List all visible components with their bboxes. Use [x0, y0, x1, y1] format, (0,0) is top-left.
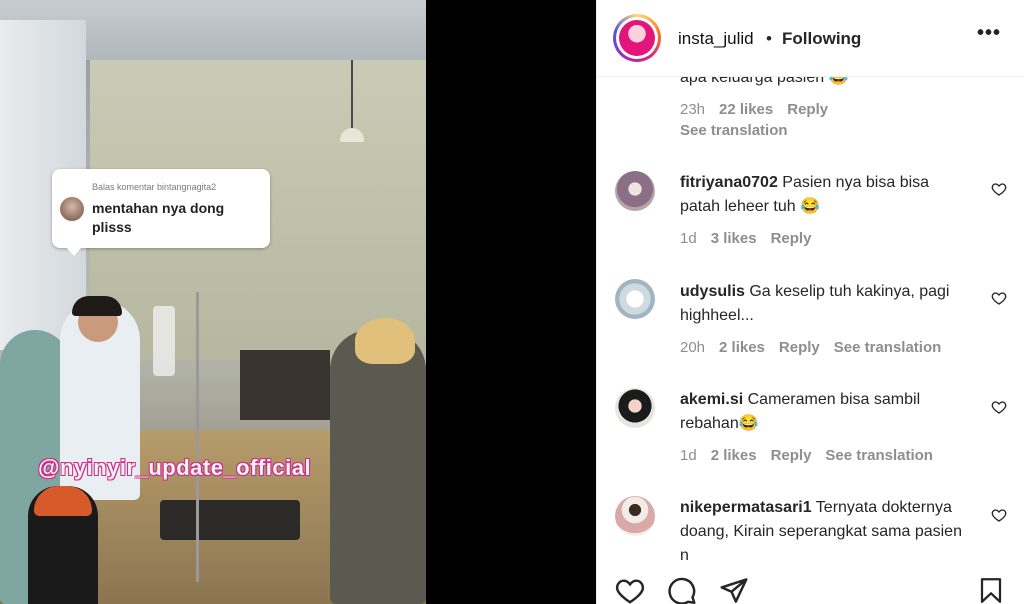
comment-username[interactable]: udysulis [680, 283, 745, 300]
comment-time: 1d [680, 230, 697, 247]
comment-meta: 1d 2 likes Reply See translation [680, 447, 947, 464]
iv-pole [196, 292, 199, 582]
post-actions [597, 575, 1024, 604]
comment-time: 23h [680, 101, 706, 118]
reply-bubble-tail [66, 247, 82, 256]
avatar[interactable] [615, 496, 655, 536]
share-icon[interactable] [719, 577, 749, 604]
comment-meta: 1d 3 likes Reply [680, 230, 825, 247]
post-media[interactable]: Balas komentar bintangnagita2 mentahan n… [0, 0, 596, 604]
video-frame [0, 0, 426, 604]
author-username[interactable]: insta_julid [678, 29, 754, 49]
avatar[interactable] [615, 171, 655, 211]
following-button[interactable]: Following [782, 29, 861, 49]
heart-icon[interactable] [615, 577, 645, 604]
comment-list[interactable]: apa keluarga pasien 😂 23h 22 likes Reply S… [597, 77, 1024, 575]
comments-panel: insta_julid • Following ••• apa keluarga… [596, 0, 1024, 604]
see-translation-button[interactable]: See translation [680, 122, 788, 139]
reply-button[interactable]: Reply [779, 339, 820, 356]
comment-meta: 20h 2 likes Reply See translation [680, 339, 955, 356]
comment-time: 20h [680, 339, 706, 356]
comment-username[interactable]: akemi.si [680, 391, 743, 408]
reply-bubble-avatar [60, 197, 84, 221]
comment-text: fitriyana0702 Pasien nya bisa bisa patah… [680, 171, 970, 219]
comment-likes[interactable]: 22 likes [719, 101, 773, 118]
reply-bubble: Balas komentar bintangnagita2 mentahan n… [52, 169, 270, 248]
author-avatar[interactable] [613, 14, 661, 62]
avatar[interactable] [615, 279, 655, 319]
see-translation-button[interactable]: See translation [825, 447, 933, 464]
see-translation-button[interactable]: See translation [834, 339, 942, 356]
reply-button[interactable]: Reply [787, 101, 828, 118]
iv-bag [153, 306, 175, 376]
like-heart-icon[interactable] [991, 181, 1007, 197]
post-header: insta_julid • Following ••• [597, 0, 1024, 77]
like-heart-icon[interactable] [991, 399, 1007, 415]
reply-bubble-text: mentahan nya dong plisss [92, 200, 225, 235]
comment-meta: 23h 22 likes Reply [680, 101, 842, 118]
bookmark-icon[interactable] [977, 577, 1005, 604]
comment-username[interactable]: fitriyana0702 [680, 174, 778, 191]
reply-bubble-label: Balas komentar bintangnagita2 [92, 182, 217, 192]
reply-button[interactable]: Reply [771, 230, 812, 247]
comment-likes[interactable]: 2 likes [711, 447, 757, 464]
more-options-icon[interactable]: ••• [977, 22, 1001, 45]
watermark: @nyinyir_update_official [38, 455, 312, 480]
comment-username[interactable]: nikepermatasari1 [680, 499, 812, 516]
like-heart-icon[interactable] [991, 290, 1007, 306]
comment-likes[interactable]: 3 likes [711, 230, 757, 247]
comment-icon[interactable] [667, 577, 697, 604]
person-patient [330, 330, 426, 604]
comment-text: apa keluarga pasien 😂 [680, 77, 849, 86]
header-separator: • [766, 29, 772, 48]
comment-text: udysulis Ga keselip tuh kakinya, pagi hi… [680, 280, 970, 328]
comment-time: 1d [680, 447, 697, 464]
comment-likes[interactable]: 2 likes [719, 339, 765, 356]
comment-text: akemi.si Cameramen bisa sambil rebahan😂 [680, 388, 970, 436]
stretcher [160, 500, 300, 540]
like-heart-icon[interactable] [991, 507, 1007, 523]
comment-text: nikepermatasari1 Ternyata dokternya doan… [680, 496, 970, 568]
avatar[interactable] [615, 388, 655, 428]
reply-button[interactable]: Reply [771, 447, 812, 464]
